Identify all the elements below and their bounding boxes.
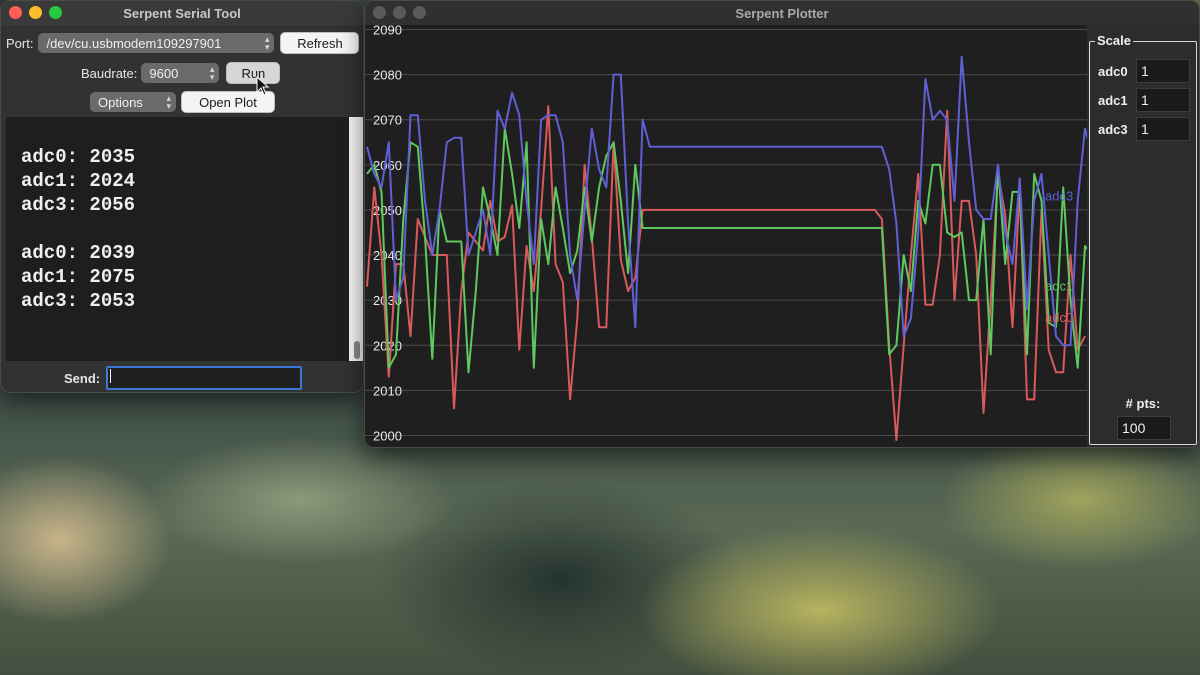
y-tick-label: 2090 xyxy=(373,25,402,38)
y-tick-label: 2000 xyxy=(373,428,402,443)
send-input-wrap xyxy=(106,366,303,390)
baudrate-select[interactable]: 9600 ▴ ▾ xyxy=(141,63,220,83)
send-row: Send: xyxy=(64,366,303,390)
plot-background xyxy=(365,25,1087,447)
y-tick-label: 2010 xyxy=(373,383,402,398)
port-select-value: /dev/cu.usbmodem109297901 xyxy=(46,35,222,51)
port-select[interactable]: /dev/cu.usbmodem109297901 ▴ ▾ xyxy=(38,33,275,53)
scale-label-adc1: adc1 xyxy=(1098,92,1128,108)
console-scrollbar[interactable] xyxy=(349,117,363,361)
zoom-window-icon[interactable] xyxy=(49,6,62,19)
options-select-value: Options xyxy=(98,94,143,110)
zoom-window-icon[interactable] xyxy=(413,6,426,19)
y-tick-label: 2040 xyxy=(373,248,402,263)
serial-tool-titlebar[interactable]: Serpent Serial Tool xyxy=(1,1,363,25)
scale-group: Scale adc0 1 adc1 1 adc3 1 # pts: 100 xyxy=(1089,33,1197,445)
baudrate-label: Baudrate: xyxy=(81,65,138,81)
minimize-window-icon[interactable] xyxy=(29,6,42,19)
baudrate-select-value: 9600 xyxy=(149,65,179,81)
options-select[interactable]: Options ▴ ▾ xyxy=(90,92,176,112)
send-label: Send: xyxy=(64,370,101,386)
serial-console-output[interactable]: adc0: 2035 adc1: 2024 adc3: 2056 adc0: 2039… xyxy=(6,117,349,361)
plotter-title: Serpent Plotter xyxy=(735,5,829,21)
scale-row-adc1: adc1 1 xyxy=(1098,88,1190,112)
console-line: adc0: 2035 xyxy=(21,146,136,168)
updown-chevron-icon: ▴ ▾ xyxy=(264,34,270,52)
serial-tool-title: Serpent Serial Tool xyxy=(123,5,241,21)
options-row: Options ▴ ▾ Open Plot xyxy=(90,91,275,113)
series-label-adc1: adc1 xyxy=(1045,279,1073,294)
text-caret xyxy=(110,369,112,383)
close-window-icon[interactable] xyxy=(9,6,22,19)
scale-label-adc3: adc3 xyxy=(1098,121,1128,137)
baudrate-row: Baudrate: 9600 ▴ ▾ Run xyxy=(81,62,281,84)
console-line: adc0: 2039 xyxy=(21,242,136,264)
console-line: adc3: 2053 xyxy=(21,290,136,312)
port-label: Port: xyxy=(6,35,34,51)
plotter-titlebar[interactable]: Serpent Plotter xyxy=(365,1,1199,25)
mouse-cursor-icon xyxy=(256,76,270,96)
y-tick-label: 2060 xyxy=(373,158,402,173)
scale-input-adc3[interactable]: 1 xyxy=(1136,117,1190,141)
series-label-adc0: adc0 xyxy=(1045,310,1073,325)
console-line: adc1: 2075 xyxy=(21,266,136,288)
pts-label: # pts: xyxy=(1125,396,1161,411)
updown-chevron-icon: ▴ ▾ xyxy=(166,93,171,111)
console-scrollbar-thumb[interactable] xyxy=(354,341,360,359)
window-controls xyxy=(373,6,426,19)
window-controls xyxy=(9,6,62,19)
run-button[interactable]: Run xyxy=(226,62,281,84)
series-label-adc3: adc3 xyxy=(1045,188,1073,203)
y-tick-label: 2070 xyxy=(373,113,402,128)
refresh-button[interactable]: Refresh xyxy=(280,32,360,54)
minimize-window-icon[interactable] xyxy=(393,6,406,19)
scale-row-adc3: adc3 1 xyxy=(1098,117,1190,141)
plotter-window: Serpent Plotter 2000 2010 2020 2030 2040 2050… xyxy=(364,0,1200,448)
port-row: Port: /dev/cu.usbmodem109297901 ▴ ▾ Refre… xyxy=(6,32,360,54)
pts-input[interactable]: 100 xyxy=(1117,416,1171,440)
serial-tool-window: Serpent Serial Tool Port: /dev/cu.usbmod… xyxy=(0,0,364,393)
scale-input-adc1[interactable]: 1 xyxy=(1136,88,1190,112)
close-window-icon[interactable] xyxy=(373,6,386,19)
scale-row-adc0: adc0 1 xyxy=(1098,59,1190,83)
scale-label-adc0: adc0 xyxy=(1098,63,1128,79)
scale-title: Scale xyxy=(1095,33,1133,48)
scale-panel: Scale adc0 1 adc1 1 adc3 1 # pts: 100 xyxy=(1087,25,1199,447)
console-line: adc3: 2056 xyxy=(21,194,136,216)
y-tick-label: 2080 xyxy=(373,68,402,83)
updown-chevron-icon: ▴ ▾ xyxy=(209,64,215,82)
line-chart: 2000201020202030204020502060207020802090… xyxy=(365,25,1087,447)
console-line: adc1: 2024 xyxy=(21,170,136,192)
send-input[interactable] xyxy=(106,366,303,390)
scale-input-adc0[interactable]: 1 xyxy=(1136,59,1190,83)
